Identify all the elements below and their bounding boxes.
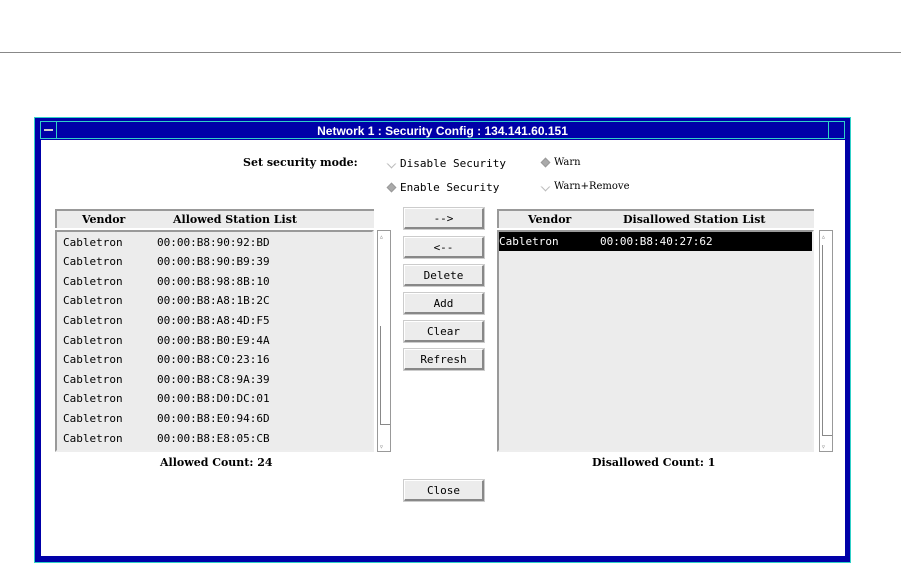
list-item[interactable]: Cabletron 00:00:B8:90:B9:39 [63,252,363,271]
list-item[interactable]: Cabletron 00:00:B8:98:8B:10 [63,272,363,291]
allowed-list-header: Vendor Allowed Station List [55,209,374,228]
disallowed-scrollbar[interactable]: ▵ ▿ [819,230,833,452]
list-item[interactable]: Cabletron 00:00:B8:40:27:62 [499,232,812,251]
move-to-disallowed-button[interactable]: --> [404,208,484,229]
radio-disable-security[interactable]: Disable Security [386,157,506,170]
vendor-cell: Cabletron [63,392,123,406]
mac-address-cell: 00:00:B8:98:8B:10 [157,274,270,288]
vendor-cell: Cabletron [63,235,123,249]
scroll-up-icon[interactable]: ▵ [821,232,826,241]
mac-address-cell: 00:00:B8:A8:1B:2C [157,294,270,308]
scroll-down-icon[interactable]: ▿ [379,442,384,451]
mac-address-cell: 00:00:B8:40:27:62 [600,235,713,248]
clear-button[interactable]: Clear [404,321,484,342]
vendor-cell: Cabletron [63,274,123,288]
radio-warn[interactable]: Warn [540,157,581,168]
mac-address-cell: 00:00:B8:B0:E9:4A [157,333,270,347]
move-to-allowed-button[interactable]: <-- [404,237,484,258]
list-item[interactable]: Cabletron 00:00:B8:E0:94:6D [63,409,363,428]
scrollbar-thumb[interactable] [822,245,832,436]
radio-off-icon [386,158,397,169]
column-header-vendor: Vendor [528,213,572,226]
column-header-vendor: Vendor [82,213,126,226]
list-item[interactable]: Cabletron 00:00:B8:C0:23:16 [63,350,363,369]
vendor-cell: Cabletron [63,255,123,269]
list-item[interactable]: Cabletron 00:00:B8:90:92:BD [63,233,363,252]
delete-button[interactable]: Delete [404,265,484,286]
radio-on-icon [540,157,551,168]
list-item[interactable]: Cabletron 00:00:B8:E8:05:CB [63,429,363,448]
mac-address-cell: 00:00:B8:E0:94:6D [157,411,270,425]
mac-address-cell: 00:00:B8:D0:DC:01 [157,392,270,406]
list-item[interactable]: Cabletron 00:00:B8:D0:DC:01 [63,389,363,408]
mac-address-cell: 00:00:B8:E8:05:CB [157,431,270,445]
vendor-cell: Cabletron [63,353,123,367]
vendor-cell: Cabletron [63,372,123,386]
mac-address-cell: 00:00:B8:C8:9A:39 [157,372,270,386]
window-menu-button[interactable] [41,122,57,138]
mac-address-cell: 00:00:B8:90:92:BD [157,235,270,249]
list-item[interactable]: Cabletron 00:00:B8:C8:9A:39 [63,370,363,389]
radio-label: Enable Security [400,181,500,194]
list-item[interactable]: Cabletron 00:00:B8:A8:4D:F5 [63,311,363,330]
radio-label: Warn+Remove [554,181,630,192]
disallowed-station-list[interactable]: Cabletron 00:00:B8:40:27:62 [497,230,814,452]
radio-label: Warn [554,157,581,168]
refresh-button[interactable]: Refresh [404,349,484,370]
mac-address-cell: 00:00:B8:90:B9:39 [157,255,270,269]
window-maximize-button[interactable] [828,122,844,138]
vendor-cell: Cabletron [63,411,123,425]
allowed-scrollbar[interactable]: ▵ ▿ [377,230,391,452]
add-button[interactable]: Add [404,293,484,314]
scroll-down-icon[interactable]: ▿ [821,442,826,451]
vendor-cell: Cabletron [63,431,123,445]
disallowed-count: Disallowed Count: 1 [592,456,716,469]
disallowed-list-header: Vendor Disallowed Station List [497,209,814,228]
mac-address-cell: 00:00:B8:C0:23:16 [157,353,270,367]
column-header-allowed: Allowed Station List [173,213,297,226]
radio-enable-security[interactable]: Enable Security [386,181,500,194]
divider [0,52,901,53]
vendor-cell: Cabletron [63,294,123,308]
radio-off-icon [540,181,551,192]
close-button[interactable]: Close [404,480,484,501]
list-item[interactable]: Cabletron 00:00:B8:B0:E9:4A [63,331,363,350]
scrollbar-thumb[interactable] [380,326,390,425]
radio-label: Disable Security [400,157,506,170]
window-title: Network 1 : Security Config : 134.141.60… [40,121,845,139]
allowed-station-list[interactable]: Cabletron 00:00:B8:90:92:BD Cabletron 00:00… [55,230,374,452]
radio-warn-remove[interactable]: Warn+Remove [540,181,630,192]
mac-address-cell: 00:00:B8:A8:4D:F5 [157,313,270,327]
minus-icon [44,129,53,131]
allowed-count: Allowed Count: 24 [160,456,273,469]
security-mode-label: Set security mode: [243,156,358,169]
scroll-up-icon[interactable]: ▵ [379,232,384,241]
vendor-cell: Cabletron [63,333,123,347]
vendor-cell: Cabletron [63,313,123,327]
radio-on-icon [386,182,397,193]
list-item[interactable]: Cabletron 00:00:B8:A8:1B:2C [63,291,363,310]
vendor-cell: Cabletron [499,235,559,248]
column-header-disallowed: Disallowed Station List [623,213,766,226]
